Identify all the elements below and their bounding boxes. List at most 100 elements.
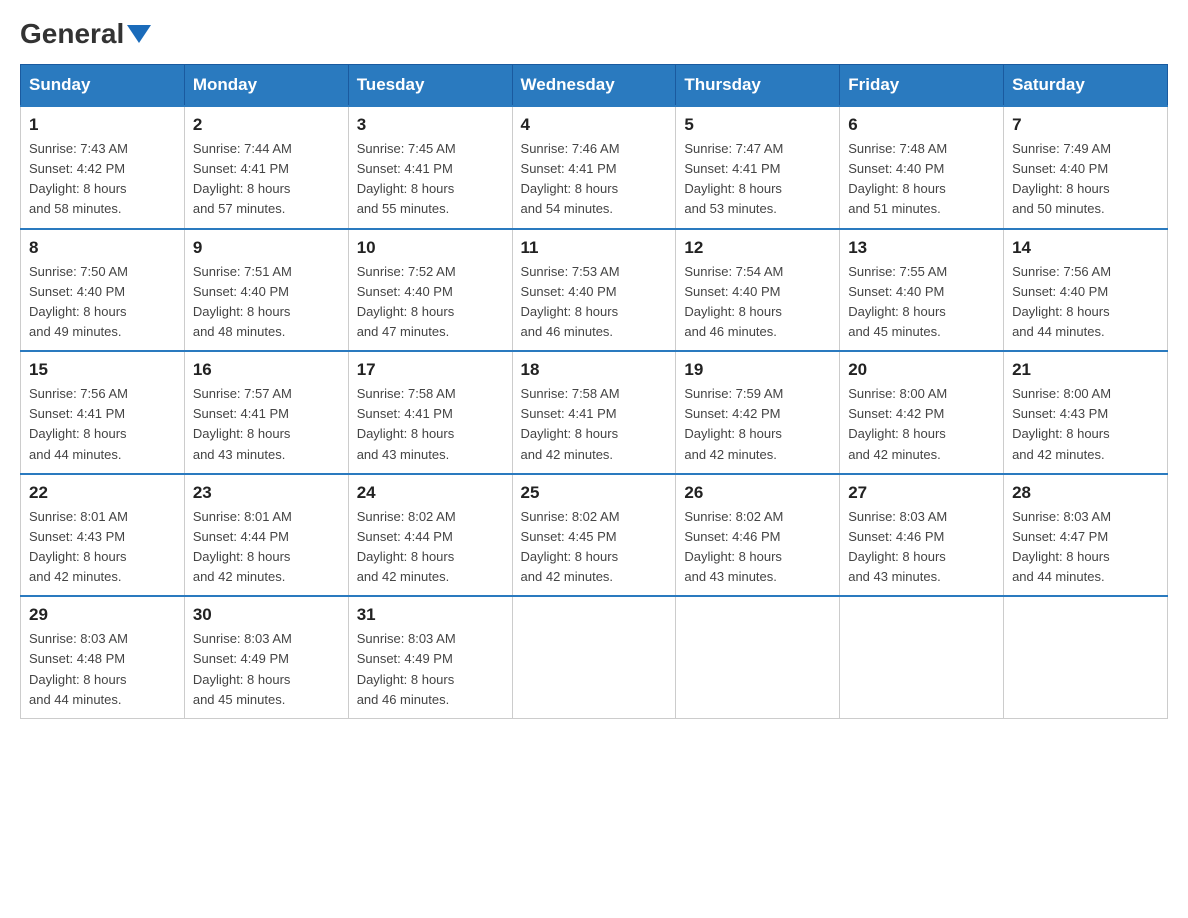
calendar-cell: 14Sunrise: 7:56 AMSunset: 4:40 PMDayligh… bbox=[1004, 229, 1168, 352]
calendar-cell: 18Sunrise: 7:58 AMSunset: 4:41 PMDayligh… bbox=[512, 351, 676, 474]
day-info: Sunrise: 8:00 AMSunset: 4:43 PMDaylight:… bbox=[1012, 384, 1159, 465]
day-number: 18 bbox=[521, 360, 668, 380]
calendar-week-5: 29 Sunrise: 8:03 AMSunset: 4:48 PMDayligh… bbox=[21, 596, 1168, 718]
calendar-week-1: 1Sunrise: 7:43 AMSunset: 4:42 PMDaylight… bbox=[21, 106, 1168, 229]
day-info: Sunrise: 8:02 AMSunset: 4:46 PMDaylight:… bbox=[684, 507, 831, 588]
calendar-cell: 29 Sunrise: 8:03 AMSunset: 4:48 PMDayligh… bbox=[21, 596, 185, 718]
calendar-cell: 1Sunrise: 7:43 AMSunset: 4:42 PMDaylight… bbox=[21, 106, 185, 229]
day-number: 8 bbox=[29, 238, 176, 258]
day-number: 7 bbox=[1012, 115, 1159, 135]
day-number: 31 bbox=[357, 605, 504, 625]
calendar-cell: 24 Sunrise: 8:02 AMSunset: 4:44 PMDayligh… bbox=[348, 474, 512, 597]
day-number: 5 bbox=[684, 115, 831, 135]
day-number: 13 bbox=[848, 238, 995, 258]
col-header-saturday: Saturday bbox=[1004, 65, 1168, 107]
col-header-friday: Friday bbox=[840, 65, 1004, 107]
day-info: Sunrise: 8:03 AMSunset: 4:49 PMDaylight:… bbox=[193, 629, 340, 710]
day-info: Sunrise: 8:03 AMSunset: 4:46 PMDaylight:… bbox=[848, 507, 995, 588]
logo-triangle-icon bbox=[127, 25, 151, 43]
day-info: Sunrise: 7:58 AMSunset: 4:41 PMDaylight:… bbox=[357, 384, 504, 465]
calendar-header-row: SundayMondayTuesdayWednesdayThursdayFrid… bbox=[21, 65, 1168, 107]
calendar-cell bbox=[676, 596, 840, 718]
calendar-cell: 15Sunrise: 7:56 AMSunset: 4:41 PMDayligh… bbox=[21, 351, 185, 474]
day-number: 24 bbox=[357, 483, 504, 503]
col-header-monday: Monday bbox=[184, 65, 348, 107]
col-header-sunday: Sunday bbox=[21, 65, 185, 107]
day-number: 27 bbox=[848, 483, 995, 503]
calendar-cell bbox=[1004, 596, 1168, 718]
calendar-cell: 5Sunrise: 7:47 AMSunset: 4:41 PMDaylight… bbox=[676, 106, 840, 229]
calendar-table: SundayMondayTuesdayWednesdayThursdayFrid… bbox=[20, 64, 1168, 719]
day-info: Sunrise: 7:53 AMSunset: 4:40 PMDaylight:… bbox=[521, 262, 668, 343]
day-number: 17 bbox=[357, 360, 504, 380]
day-number: 4 bbox=[521, 115, 668, 135]
day-number: 1 bbox=[29, 115, 176, 135]
calendar-cell: 23 Sunrise: 8:01 AMSunset: 4:44 PMDayligh… bbox=[184, 474, 348, 597]
calendar-cell: 22 Sunrise: 8:01 AMSunset: 4:43 PMDayligh… bbox=[21, 474, 185, 597]
day-info: Sunrise: 7:56 AMSunset: 4:40 PMDaylight:… bbox=[1012, 262, 1159, 343]
day-info: Sunrise: 7:48 AMSunset: 4:40 PMDaylight:… bbox=[848, 139, 995, 220]
day-info: Sunrise: 7:49 AMSunset: 4:40 PMDaylight:… bbox=[1012, 139, 1159, 220]
day-info: Sunrise: 7:54 AMSunset: 4:40 PMDaylight:… bbox=[684, 262, 831, 343]
calendar-cell: 16 Sunrise: 7:57 AMSunset: 4:41 PMDayligh… bbox=[184, 351, 348, 474]
day-info: Sunrise: 7:57 AMSunset: 4:41 PMDaylight:… bbox=[193, 384, 340, 465]
day-info: Sunrise: 8:02 AMSunset: 4:44 PMDaylight:… bbox=[357, 507, 504, 588]
day-number: 3 bbox=[357, 115, 504, 135]
day-info: Sunrise: 7:46 AMSunset: 4:41 PMDaylight:… bbox=[521, 139, 668, 220]
day-info: Sunrise: 7:50 AMSunset: 4:40 PMDaylight:… bbox=[29, 262, 176, 343]
day-number: 10 bbox=[357, 238, 504, 258]
col-header-thursday: Thursday bbox=[676, 65, 840, 107]
day-info: Sunrise: 8:01 AMSunset: 4:43 PMDaylight:… bbox=[29, 507, 176, 588]
day-info: Sunrise: 8:03 AMSunset: 4:49 PMDaylight:… bbox=[357, 629, 504, 710]
calendar-cell: 27 Sunrise: 8:03 AMSunset: 4:46 PMDayligh… bbox=[840, 474, 1004, 597]
col-header-wednesday: Wednesday bbox=[512, 65, 676, 107]
calendar-cell: 25 Sunrise: 8:02 AMSunset: 4:45 PMDayligh… bbox=[512, 474, 676, 597]
day-info: Sunrise: 8:03 AMSunset: 4:48 PMDaylight:… bbox=[29, 629, 176, 710]
calendar-cell: 17 Sunrise: 7:58 AMSunset: 4:41 PMDayligh… bbox=[348, 351, 512, 474]
day-number: 21 bbox=[1012, 360, 1159, 380]
calendar-week-2: 8 Sunrise: 7:50 AMSunset: 4:40 PMDaylight… bbox=[21, 229, 1168, 352]
calendar-cell bbox=[840, 596, 1004, 718]
calendar-cell: 28 Sunrise: 8:03 AMSunset: 4:47 PMDayligh… bbox=[1004, 474, 1168, 597]
calendar-cell: 31 Sunrise: 8:03 AMSunset: 4:49 PMDayligh… bbox=[348, 596, 512, 718]
day-number: 12 bbox=[684, 238, 831, 258]
logo: General bbox=[20, 20, 151, 44]
calendar-week-3: 15Sunrise: 7:56 AMSunset: 4:41 PMDayligh… bbox=[21, 351, 1168, 474]
page-header: General bbox=[20, 20, 1168, 44]
calendar-cell: 3 Sunrise: 7:45 AMSunset: 4:41 PMDaylight… bbox=[348, 106, 512, 229]
day-number: 29 bbox=[29, 605, 176, 625]
calendar-cell: 9Sunrise: 7:51 AMSunset: 4:40 PMDaylight… bbox=[184, 229, 348, 352]
day-number: 16 bbox=[193, 360, 340, 380]
day-number: 6 bbox=[848, 115, 995, 135]
day-info: Sunrise: 8:01 AMSunset: 4:44 PMDaylight:… bbox=[193, 507, 340, 588]
day-info: Sunrise: 8:00 AMSunset: 4:42 PMDaylight:… bbox=[848, 384, 995, 465]
logo-general: General bbox=[20, 20, 151, 48]
day-number: 15 bbox=[29, 360, 176, 380]
calendar-cell: 12 Sunrise: 7:54 AMSunset: 4:40 PMDayligh… bbox=[676, 229, 840, 352]
calendar-cell: 26Sunrise: 8:02 AMSunset: 4:46 PMDayligh… bbox=[676, 474, 840, 597]
calendar-cell: 6 Sunrise: 7:48 AMSunset: 4:40 PMDaylight… bbox=[840, 106, 1004, 229]
calendar-cell: 7 Sunrise: 7:49 AMSunset: 4:40 PMDaylight… bbox=[1004, 106, 1168, 229]
calendar-cell: 8 Sunrise: 7:50 AMSunset: 4:40 PMDaylight… bbox=[21, 229, 185, 352]
day-info: Sunrise: 7:44 AMSunset: 4:41 PMDaylight:… bbox=[193, 139, 340, 220]
day-info: Sunrise: 8:03 AMSunset: 4:47 PMDaylight:… bbox=[1012, 507, 1159, 588]
day-info: Sunrise: 7:45 AMSunset: 4:41 PMDaylight:… bbox=[357, 139, 504, 220]
day-info: Sunrise: 8:02 AMSunset: 4:45 PMDaylight:… bbox=[521, 507, 668, 588]
day-number: 23 bbox=[193, 483, 340, 503]
day-info: Sunrise: 7:52 AMSunset: 4:40 PMDaylight:… bbox=[357, 262, 504, 343]
day-number: 22 bbox=[29, 483, 176, 503]
calendar-cell: 21 Sunrise: 8:00 AMSunset: 4:43 PMDayligh… bbox=[1004, 351, 1168, 474]
col-header-tuesday: Tuesday bbox=[348, 65, 512, 107]
day-number: 28 bbox=[1012, 483, 1159, 503]
day-number: 9 bbox=[193, 238, 340, 258]
day-number: 2 bbox=[193, 115, 340, 135]
day-number: 20 bbox=[848, 360, 995, 380]
calendar-week-4: 22 Sunrise: 8:01 AMSunset: 4:43 PMDayligh… bbox=[21, 474, 1168, 597]
day-number: 25 bbox=[521, 483, 668, 503]
day-info: Sunrise: 7:59 AMSunset: 4:42 PMDaylight:… bbox=[684, 384, 831, 465]
day-number: 11 bbox=[521, 238, 668, 258]
calendar-cell: 20 Sunrise: 8:00 AMSunset: 4:42 PMDayligh… bbox=[840, 351, 1004, 474]
day-info: Sunrise: 7:55 AMSunset: 4:40 PMDaylight:… bbox=[848, 262, 995, 343]
day-number: 19 bbox=[684, 360, 831, 380]
calendar-cell: 11 Sunrise: 7:53 AMSunset: 4:40 PMDayligh… bbox=[512, 229, 676, 352]
